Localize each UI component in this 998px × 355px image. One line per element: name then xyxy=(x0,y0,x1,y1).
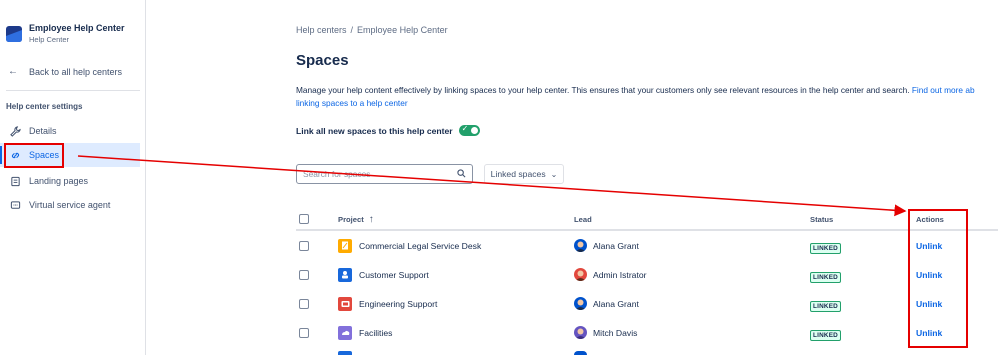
sidebar-item-label: Virtual service agent xyxy=(29,200,111,210)
status-badge: LINKED xyxy=(810,329,841,341)
lead-column-header: Lead xyxy=(574,214,592,224)
search-placeholder: Search for spaces xyxy=(303,169,371,179)
sidebar-item-landing-pages[interactable]: Landing pages xyxy=(0,169,140,193)
link-all-new-spaces-setting: Link all new spaces to this help center … xyxy=(296,124,480,136)
project-icon xyxy=(338,296,352,311)
breadcrumb-help-centers[interactable]: Help centers xyxy=(296,25,347,35)
table-row: Customer Support Admin Istrator LINKED U… xyxy=(296,260,998,289)
row-checkbox[interactable] xyxy=(299,298,309,309)
annotation-box-actions xyxy=(908,209,968,348)
project-header-label: Project xyxy=(338,214,364,224)
table-row: Commercial Legal Service Desk Alana Gran… xyxy=(296,231,998,260)
help-center-name: Employee Help Center xyxy=(29,23,125,33)
table-row: Engineering Support Alana Grant LINKED U… xyxy=(296,289,998,318)
dropdown-label: Linked spaces xyxy=(490,169,546,179)
arrow-left-icon: ← xyxy=(8,66,18,77)
project-name[interactable]: Customer Support xyxy=(359,270,429,280)
description-text: Manage your help content effectively by … xyxy=(296,85,910,95)
sidebar-divider xyxy=(6,90,140,91)
back-link-label: Back to all help centers xyxy=(29,66,123,77)
status-cell: LINKED xyxy=(810,266,841,284)
avatar xyxy=(574,351,587,355)
project-cell: Commercial Legal Service Desk xyxy=(338,238,481,253)
row-checkbox[interactable] xyxy=(299,240,309,251)
link-all-label: Link all new spaces to this help center xyxy=(296,125,453,136)
lead-cell: Admin Istrator xyxy=(574,268,647,281)
check-icon: ✓ xyxy=(461,124,469,133)
toggle-knob xyxy=(470,127,478,134)
project-icon xyxy=(338,325,352,340)
sidebar-item-label: Details xyxy=(29,126,57,136)
sidebar: Employee Help Center Help Center ← Back … xyxy=(0,0,146,355)
wrench-icon xyxy=(8,125,22,137)
back-to-help-centers-link[interactable]: ← Back to all help centers xyxy=(8,66,122,77)
lead-cell: Mitch Davis xyxy=(574,326,637,339)
status-badge: LINKED xyxy=(810,300,841,312)
linked-spaces-filter-dropdown[interactable]: Linked spaces ⌄ xyxy=(484,164,564,184)
project-name[interactable]: Facilities xyxy=(359,328,392,338)
chat-icon xyxy=(8,200,22,211)
breadcrumb-employee-help-center[interactable]: Employee Help Center xyxy=(357,25,448,35)
sidebar-item-label: Landing pages xyxy=(29,176,89,186)
page-icon xyxy=(8,176,22,187)
table-row: Facilities Mitch Davis LINKED Unlink xyxy=(296,318,998,347)
main-content: Help centers / Employee Help Center Spaces… xyxy=(146,0,998,355)
linking-spaces-link[interactable]: linking spaces to a help center xyxy=(296,98,408,108)
lead-name: Alana Grant xyxy=(593,240,639,251)
project-cell: Engineering Support xyxy=(338,296,437,311)
sort-ascending-icon: ↑ xyxy=(368,213,374,225)
status-cell: LINKED xyxy=(810,237,841,255)
status-cell: LINKED xyxy=(810,324,841,342)
lead-cell: Alana Grant xyxy=(574,239,639,252)
row-checkbox[interactable] xyxy=(299,269,309,280)
help-center-logo-icon xyxy=(6,26,22,42)
search-spaces-input[interactable]: Search for spaces xyxy=(296,164,473,184)
status-badge: LINKED xyxy=(810,271,841,283)
breadcrumb: Help centers / Employee Help Center xyxy=(296,25,448,35)
project-icon xyxy=(338,351,352,355)
help-center-type: Help Center xyxy=(29,35,70,44)
project-name[interactable]: Commercial Legal Service Desk xyxy=(359,241,481,251)
chevron-down-icon: ⌄ xyxy=(550,169,558,179)
spaces-table: Project ↑ Lead Status Actions Commercial… xyxy=(296,209,998,347)
status-column-header: Status xyxy=(810,214,834,224)
link-all-toggle[interactable]: ✓ xyxy=(458,124,480,136)
find-out-more-link[interactable]: Find out more ab xyxy=(912,85,975,95)
lead-name: Mitch Davis xyxy=(593,327,638,338)
project-icon xyxy=(338,238,352,253)
page-description: Manage your help content effectively by … xyxy=(296,84,998,110)
lead-name: Admin Istrator xyxy=(593,269,647,280)
avatar xyxy=(574,297,587,310)
project-column-header[interactable]: Project ↑ xyxy=(338,214,374,225)
sidebar-item-virtual-service-agent[interactable]: Virtual service agent xyxy=(0,193,140,217)
avatar xyxy=(574,268,587,281)
sidebar-item-details[interactable]: Details xyxy=(0,119,140,143)
avatar xyxy=(574,326,587,339)
avatar xyxy=(574,239,587,252)
help-center-brand[interactable]: Employee Help Center Help Center xyxy=(6,22,125,45)
status-cell: LINKED xyxy=(810,295,841,313)
breadcrumb-separator: / xyxy=(350,25,354,35)
sidebar-section-title: Help center settings xyxy=(6,102,83,111)
status-badge: LINKED xyxy=(810,242,841,254)
project-cell: Customer Support xyxy=(338,267,429,282)
project-cell: Facilities xyxy=(338,325,392,340)
row-checkbox[interactable] xyxy=(299,327,309,338)
project-name[interactable]: Engineering Support xyxy=(359,299,437,309)
lead-cell: Alana Grant xyxy=(574,297,639,310)
project-icon xyxy=(338,267,352,282)
lead-name: Alana Grant xyxy=(593,298,639,309)
search-icon xyxy=(457,168,466,180)
select-all-checkbox[interactable] xyxy=(299,214,309,224)
page-title: Spaces xyxy=(296,52,349,69)
table-header-row: Project ↑ Lead Status Actions xyxy=(296,209,998,231)
annotation-box-spaces xyxy=(4,143,64,168)
